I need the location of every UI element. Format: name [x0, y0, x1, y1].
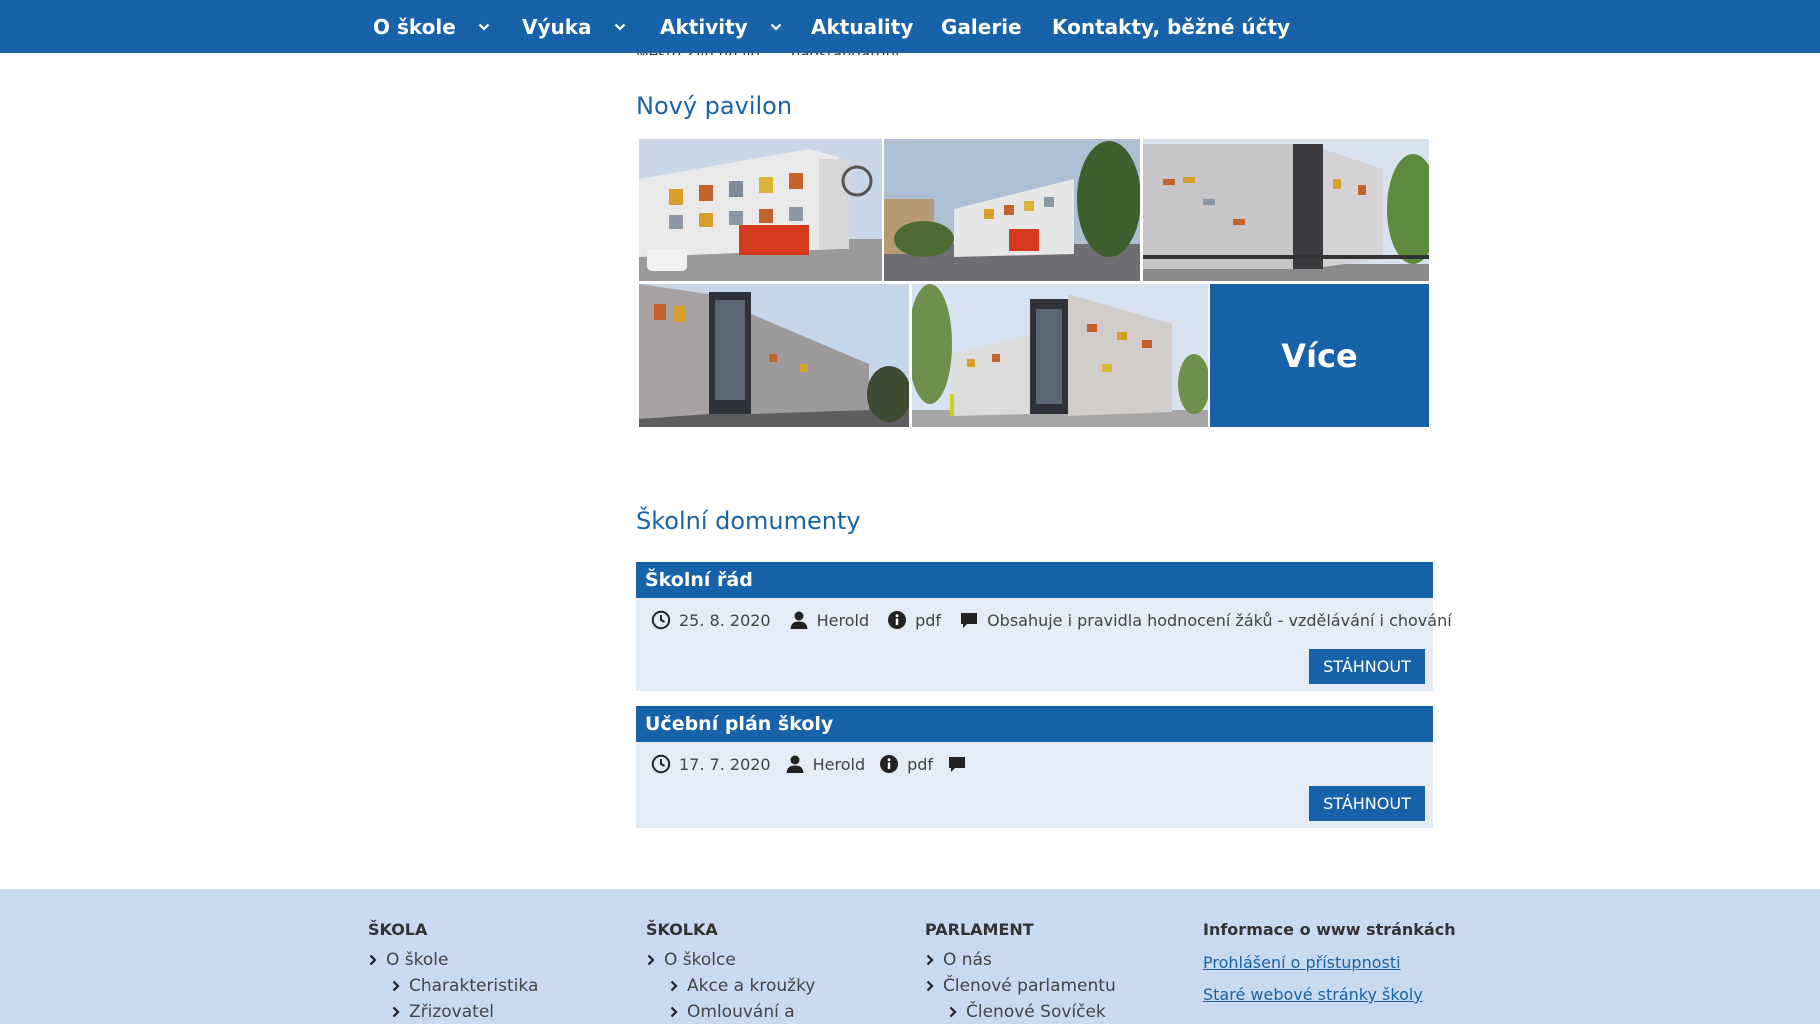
document-title: Učební plán školy — [636, 706, 1433, 742]
nav-item-kontakty[interactable]: Kontakty, běžné účty — [1052, 0, 1290, 53]
footer-link[interactable]: Omlouvání a — [646, 999, 815, 1024]
document-type: pdf — [907, 754, 934, 774]
nav-label: Kontakty, běžné účty — [1052, 14, 1291, 39]
chevron-right-icon — [670, 1006, 678, 1018]
document-card: Učební plán školy 17. 7. 2020 Herold pdf… — [636, 706, 1433, 828]
nav-label: Aktuality — [811, 14, 914, 39]
user-icon — [786, 755, 804, 773]
document-card: Školní řád 25. 8. 2020 Herold pdf Obsahu… — [636, 562, 1452, 691]
footer-link-label: Členové parlamentu — [943, 976, 1116, 996]
footer-link[interactable]: O školce — [646, 947, 815, 973]
document-title: Školní řád — [636, 562, 1433, 598]
footer-column-title: PARLAMENT — [925, 920, 1034, 939]
footer-column-title: ŠKOLKA — [646, 920, 718, 939]
download-button[interactable]: STÁHNOUT — [1309, 649, 1425, 684]
footer-link-label: Charakteristika — [409, 976, 539, 996]
documents-title: Školní domumenty — [636, 507, 861, 535]
accessibility-statement-link[interactable]: Prohlášení o přístupnosti — [1203, 947, 1456, 979]
nav-label: Galerie — [941, 14, 1022, 39]
nav-item-aktuality[interactable]: Aktuality — [811, 0, 913, 53]
footer-column-skola: ŠKOLA O škole Charakteristika Zřizovatel — [368, 919, 538, 1024]
info-icon — [888, 611, 907, 629]
gallery-photo[interactable] — [912, 284, 1208, 427]
footer-link-label: Akce a kroužky — [687, 976, 816, 996]
footer-link[interactable]: Členové parlamentu — [925, 973, 1116, 999]
chevron-right-icon — [392, 1006, 400, 1018]
document-meta: 17. 7. 2020 Herold pdf — [651, 754, 993, 774]
footer-link[interactable]: O škole — [368, 947, 538, 973]
footer-link-label: O školce — [664, 950, 736, 970]
document-author: Herold — [816, 610, 870, 630]
user-icon — [790, 611, 808, 629]
footer-column-skolka: ŠKOLKA O školce Akce a kroužky Omlouvání… — [646, 919, 815, 1024]
footer-link-label: O škole — [386, 950, 449, 970]
gallery-photo[interactable] — [639, 284, 909, 427]
chevron-right-icon — [926, 954, 934, 966]
comment-icon — [961, 613, 978, 628]
chevron-right-icon — [392, 980, 400, 992]
chevron-right-icon — [647, 954, 655, 966]
footer-link[interactable]: O nás — [925, 947, 1116, 973]
footer-link[interactable]: Zřizovatel — [368, 999, 538, 1024]
gallery-more-button[interactable]: Více — [1210, 284, 1429, 427]
document-author: Herold — [812, 754, 866, 774]
nav-label: O škole — [373, 14, 456, 39]
chevron-down-icon — [478, 23, 490, 31]
nav-label: Výuka — [522, 14, 592, 39]
info-icon — [880, 755, 899, 773]
chevron-right-icon — [369, 954, 377, 966]
clock-icon — [651, 610, 671, 630]
footer-column-title: Informace o www stránkách — [1203, 920, 1456, 939]
nav-item-aktivity[interactable]: Aktivity — [660, 0, 782, 53]
footer-link[interactable]: Akce a kroužky — [646, 973, 815, 999]
document-meta: 25. 8. 2020 Herold pdf Obsahuje i pravid… — [651, 610, 1470, 630]
gallery-title: Nový pavilon — [636, 92, 793, 120]
footer-column-title: ŠKOLA — [368, 920, 428, 939]
document-type: pdf — [915, 610, 942, 630]
footer-link[interactable]: Členové Sovíček — [925, 999, 1116, 1024]
gallery-photo[interactable] — [1143, 139, 1429, 281]
footer-link[interactable]: Charakteristika — [368, 973, 538, 999]
footer-link-label: O nás — [943, 950, 992, 970]
clock-icon — [651, 754, 671, 774]
main-navigation: O škole Výuka Aktivity Aktuality Galerie… — [0, 0, 1820, 53]
document-date: 25. 8. 2020 — [679, 610, 771, 630]
chevron-right-icon — [670, 980, 678, 992]
document-date: 17. 7. 2020 — [679, 754, 771, 774]
footer-link-label: Členové Sovíček — [966, 1002, 1106, 1022]
chevron-right-icon — [926, 980, 934, 992]
nav-item-o-skole[interactable]: O škole — [373, 0, 490, 53]
chevron-right-icon — [949, 1006, 957, 1018]
nav-label: Aktivity — [660, 14, 748, 39]
gallery-photo[interactable] — [639, 139, 882, 281]
document-note: Obsahuje i pravidla hodnocení žáků - vzd… — [987, 610, 1452, 630]
site-footer: ŠKOLA O škole Charakteristika Zřizovatel… — [0, 889, 1820, 1024]
footer-link-label: Omlouvání a — [687, 1002, 795, 1022]
nav-item-galerie[interactable]: Galerie — [941, 0, 1022, 53]
footer-column-info: Informace o www stránkách Prohlášení o p… — [1203, 919, 1456, 1011]
chevron-down-icon — [770, 23, 781, 31]
photo-gallery: Více — [636, 138, 1432, 428]
download-button[interactable]: STÁHNOUT — [1309, 786, 1425, 821]
footer-link-label: Zřizovatel — [409, 1002, 495, 1022]
comment-icon — [949, 757, 966, 772]
old-website-link[interactable]: Staré webové stránky školy — [1203, 979, 1456, 1011]
chevron-down-icon — [614, 23, 625, 31]
gallery-photo[interactable] — [884, 139, 1140, 281]
nav-item-vyuka[interactable]: Výuka — [522, 0, 626, 53]
footer-column-parlament: PARLAMENT O nás Členové parlamentu Členo… — [925, 919, 1116, 1024]
